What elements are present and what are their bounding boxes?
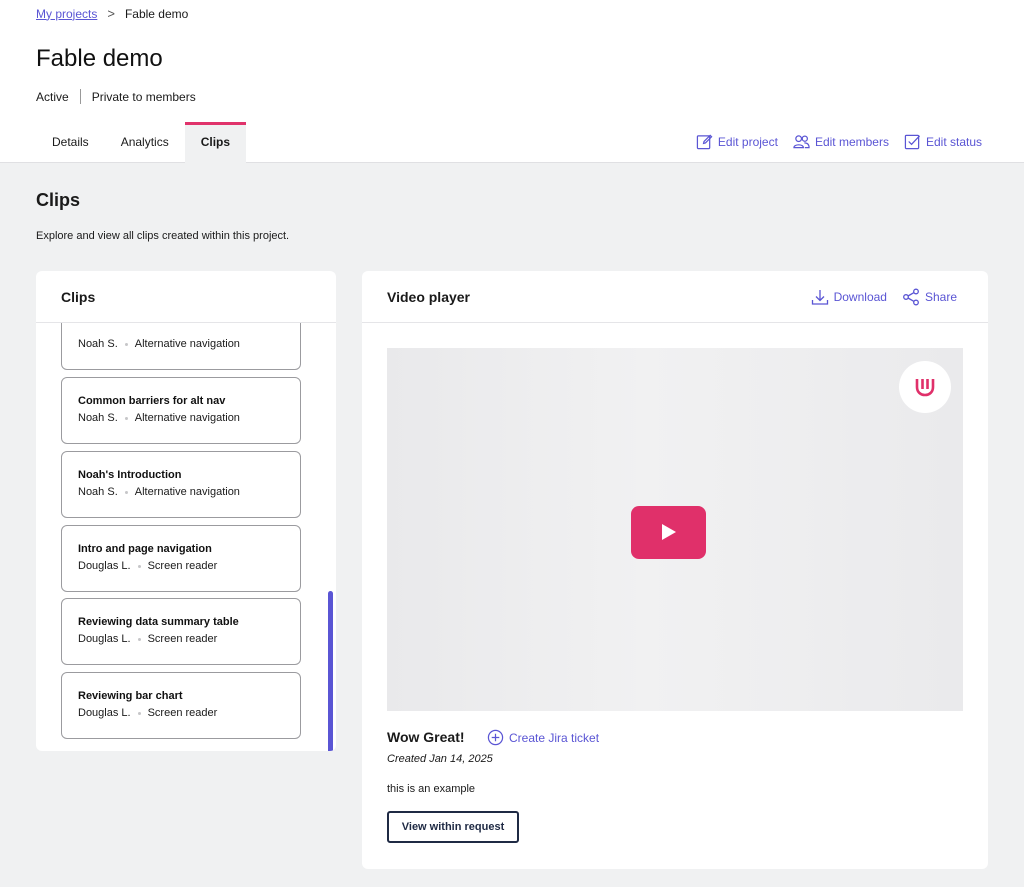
video-actions: Download Share: [811, 288, 957, 306]
video-panel: Video player Download Share Wow Great! C…: [362, 271, 988, 869]
clip-meta: Noah S. Alternative navigation: [78, 486, 300, 498]
clip-title: Common barriers for alt nav: [78, 395, 226, 407]
users-icon: [793, 135, 810, 149]
page-header: My projects > Fable demo Fable demo Acti…: [0, 0, 1024, 163]
create-jira-ticket-label: Create Jira ticket: [509, 730, 600, 745]
project-status: Active: [36, 89, 69, 104]
meta-dot: [137, 711, 141, 715]
meta-dot: [124, 342, 128, 346]
breadcrumb-current: Fable demo: [124, 6, 189, 21]
clip-author: Douglas L.: [78, 707, 131, 719]
edit-status-button[interactable]: Edit status: [904, 133, 982, 150]
clips-scrollbar[interactable]: [328, 591, 333, 751]
edit-status-label: Edit status: [925, 134, 982, 149]
clip-card[interactable]: Noah S. Alternative navigation: [61, 323, 301, 370]
breadcrumb: My projects > Fable demo: [36, 6, 188, 21]
meta-divider: [79, 89, 81, 104]
clips-panel-title: Clips: [36, 271, 336, 323]
edit-members-label: Edit members: [814, 134, 889, 149]
download-button[interactable]: Download: [811, 288, 887, 306]
clip-created-date: Created Jan 14, 2025: [387, 753, 493, 765]
clip-category: Screen reader: [147, 707, 218, 719]
edit-project-label: Edit project: [717, 134, 778, 149]
clip-meta: Douglas L. Screen reader: [78, 560, 300, 572]
clip-author: Douglas L.: [78, 560, 131, 572]
clip-title: Reviewing bar chart: [78, 690, 183, 702]
clip-description: this is an example: [387, 783, 476, 795]
tab-details[interactable]: Details: [36, 122, 105, 163]
clip-category: Screen reader: [147, 560, 218, 572]
video-player[interactable]: [387, 348, 963, 711]
create-jira-ticket-link[interactable]: Create Jira ticket: [487, 729, 599, 746]
clip-name: Wow Great!: [387, 729, 465, 745]
clip-title: Intro and page navigation: [78, 543, 212, 555]
clip-category: Alternative navigation: [134, 338, 240, 350]
clip-title: Reviewing data summary table: [78, 616, 239, 628]
clips-panel: Clips Noah S. Alternative navigation Com…: [36, 271, 336, 751]
header-actions: Edit project Edit members Edit status: [696, 133, 982, 150]
tab-analytics[interactable]: Analytics: [105, 122, 185, 163]
clip-author: Noah S.: [78, 486, 118, 498]
page-title: Fable demo: [36, 45, 163, 72]
clip-title: [78, 323, 300, 338]
view-within-request-button[interactable]: View within request: [387, 811, 519, 843]
clip-card[interactable]: Reviewing data summary table Douglas L. …: [61, 598, 301, 665]
section-description: Explore and view all clips created withi…: [36, 230, 290, 242]
project-tabs: Details Analytics Clips: [36, 122, 247, 163]
clip-card[interactable]: Common barriers for alt nav Noah S. Alte…: [61, 377, 301, 444]
download-icon: [811, 290, 828, 305]
meta-dot: [124, 416, 128, 420]
video-panel-header: Video player Download Share: [362, 271, 988, 323]
project-meta: Active Private to members: [36, 89, 196, 104]
breadcrumb-my-projects-link[interactable]: My projects: [36, 7, 97, 21]
clip-author: Noah S.: [78, 338, 118, 350]
fable-logo-icon: [899, 361, 951, 413]
tab-clips[interactable]: Clips: [184, 122, 247, 163]
share-button[interactable]: Share: [902, 288, 957, 306]
share-icon: [903, 288, 919, 306]
edit-members-button[interactable]: Edit members: [793, 133, 889, 150]
project-visibility: Private to members: [91, 89, 196, 104]
clip-category: Alternative navigation: [134, 486, 240, 498]
play-button[interactable]: [631, 506, 706, 559]
clip-card[interactable]: Noah's Introduction Noah S. Alternative …: [61, 451, 301, 518]
video-panel-title: Video player: [387, 289, 471, 305]
edit-project-button[interactable]: Edit project: [696, 133, 778, 150]
plus-circle-icon: [487, 729, 504, 746]
clip-meta: Noah S. Alternative navigation: [78, 412, 300, 424]
checkbox-icon: [904, 134, 920, 150]
clips-list[interactable]: Noah S. Alternative navigation Common ba…: [36, 323, 336, 751]
clip-author: Douglas L.: [78, 633, 131, 645]
meta-dot: [137, 564, 141, 568]
meta-dot: [124, 490, 128, 494]
clip-category: Screen reader: [147, 633, 218, 645]
section-title: Clips: [36, 190, 81, 210]
clip-card[interactable]: Intro and page navigation Douglas L. Scr…: [61, 525, 301, 592]
clip-author: Noah S.: [78, 412, 118, 424]
clip-title: Noah's Introduction: [78, 469, 182, 481]
clip-meta: Noah S. Alternative navigation: [78, 338, 300, 350]
clip-card[interactable]: Reviewing bar chart Douglas L. Screen re…: [61, 672, 301, 739]
share-label: Share: [924, 290, 957, 304]
edit-pencil-icon: [696, 134, 713, 150]
clip-meta: Douglas L. Screen reader: [78, 633, 300, 645]
clip-meta: Douglas L. Screen reader: [78, 707, 300, 719]
download-label: Download: [833, 290, 887, 304]
breadcrumb-separator: >: [107, 6, 115, 21]
clip-category: Alternative navigation: [134, 412, 240, 424]
meta-dot: [137, 637, 141, 641]
